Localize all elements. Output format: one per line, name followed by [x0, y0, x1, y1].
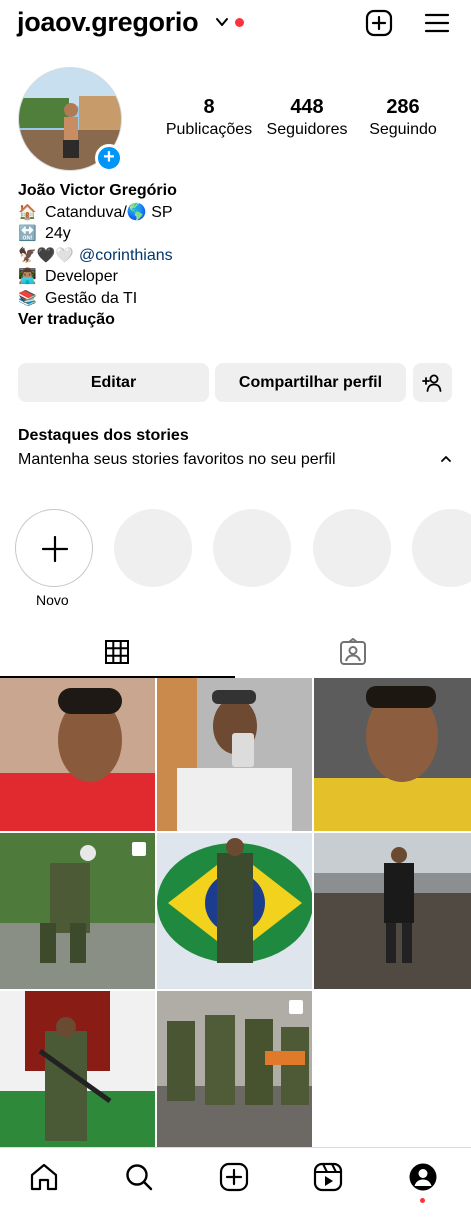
following-label: Seguindo	[369, 121, 437, 138]
post-thumbnail[interactable]	[0, 833, 155, 989]
profile-name: João Victor Gregório	[18, 182, 177, 199]
followers-count: 448	[290, 96, 324, 118]
posts-stat[interactable]: 8 Publicações	[165, 96, 253, 139]
highlight-placeholder	[213, 509, 291, 587]
following-count: 286	[386, 96, 420, 118]
add-person-icon	[422, 374, 442, 392]
highlight-placeholder	[412, 509, 471, 587]
chevron-up-icon[interactable]	[439, 452, 453, 466]
notification-dot	[235, 18, 244, 27]
profile-bio: João Victor Gregório 🏠 Catanduva/🌎 SP 🔛 …	[18, 180, 177, 331]
bio-text: Catanduva/🌎 SP	[45, 203, 173, 221]
bio-line-study: 📚 Gestão da TI	[18, 288, 177, 310]
highlights-subtitle: Mantenha seus stories favoritos no seu p…	[18, 451, 336, 468]
chevron-down-icon[interactable]	[214, 14, 230, 30]
following-stat[interactable]: 286 Seguindo	[363, 96, 443, 139]
post-thumbnail[interactable]	[314, 678, 471, 831]
post-thumbnail[interactable]	[157, 678, 312, 831]
grid-icon[interactable]	[103, 638, 131, 666]
post-thumbnail[interactable]	[157, 833, 312, 989]
bottom-navigation	[0, 1147, 471, 1223]
posts-count: 8	[203, 96, 215, 118]
share-profile-button[interactable]: Compartilhar perfil	[215, 363, 406, 402]
multiple-photos-icon	[132, 842, 146, 856]
bio-line-age: 🔛 24y	[18, 223, 177, 245]
menu-icon[interactable]	[423, 9, 451, 37]
tagged-icon[interactable]	[339, 638, 367, 666]
highlight-placeholder	[114, 509, 192, 587]
followers-label: Seguidores	[266, 121, 348, 138]
profile-avatar-container[interactable]: +	[18, 67, 123, 172]
bio-text: Gestão da TI	[45, 289, 138, 307]
discover-people-button[interactable]	[413, 363, 452, 402]
on-arrow-emoji: 🔛	[18, 224, 37, 242]
post-thumbnail[interactable]	[157, 991, 312, 1147]
reels-icon[interactable]	[313, 1162, 343, 1192]
bio-line-location: 🏠 Catanduva/🌎 SP	[18, 202, 177, 224]
add-story-button[interactable]: +	[95, 144, 123, 172]
create-icon[interactable]	[219, 1162, 249, 1192]
search-icon[interactable]	[124, 1162, 154, 1192]
username-switcher[interactable]: joaov.gregorio	[17, 7, 199, 38]
house-emoji: 🏠	[18, 202, 37, 221]
bio-text: 24y	[45, 225, 71, 242]
eagle-hearts-emoji: 🦅🖤🤍	[18, 245, 75, 264]
mention-link[interactable]: @corinthians	[79, 245, 173, 267]
post-thumbnail[interactable]	[0, 678, 155, 831]
edit-profile-button[interactable]: Editar	[18, 363, 209, 402]
see-translation-link[interactable]: Ver tradução	[18, 309, 177, 331]
profile-icon[interactable]	[408, 1162, 438, 1192]
new-highlight-button[interactable]	[15, 509, 93, 587]
followers-stat[interactable]: 448 Seguidores	[261, 96, 353, 139]
new-highlight-label: Novo	[36, 592, 69, 608]
profile-header: joaov.gregorio	[0, 0, 471, 50]
plus-icon	[42, 536, 68, 562]
developer-emoji: 👨🏽‍💻	[18, 267, 37, 285]
posts-label: Publicações	[165, 121, 253, 138]
multiple-photos-icon	[289, 1000, 303, 1014]
bio-text: Developer	[45, 268, 118, 285]
highlight-placeholder	[313, 509, 391, 587]
bio-line-job: 👨🏽‍💻 Developer	[18, 266, 177, 288]
books-emoji: 📚	[18, 288, 37, 307]
bio-line-team: 🦅🖤🤍 @corinthians	[18, 245, 177, 267]
post-thumbnail[interactable]	[0, 991, 155, 1147]
new-post-icon[interactable]	[365, 9, 393, 37]
highlights-title: Destaques dos stories	[18, 427, 189, 444]
home-icon[interactable]	[29, 1162, 59, 1192]
post-thumbnail[interactable]	[314, 833, 471, 989]
profile-notification-dot	[420, 1198, 425, 1203]
